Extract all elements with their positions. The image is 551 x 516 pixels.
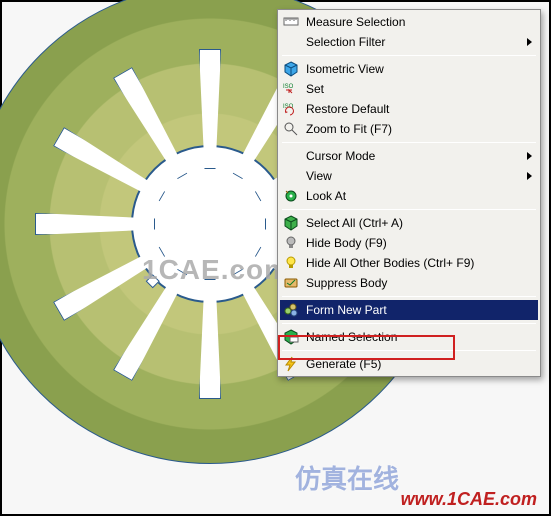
menu-separator (282, 350, 536, 351)
menu-label: Restore Default (306, 102, 532, 116)
watermark-url: www.1CAE.com (401, 489, 537, 510)
menu-label: Named Selection (306, 330, 532, 344)
iso-cube-icon (282, 61, 300, 77)
lightning-icon (282, 356, 300, 372)
menu-iso-set[interactable]: ISO Set (280, 79, 538, 99)
menu-label: Measure Selection (306, 15, 532, 29)
menu-separator (282, 55, 536, 56)
menu-label: Hide All Other Bodies (Ctrl+ F9) (306, 256, 532, 270)
menu-hide-other-bodies[interactable]: Hide All Other Bodies (Ctrl+ F9) (280, 253, 538, 273)
iso-restore-icon: ISO (282, 101, 300, 117)
menu-label: Form New Part (306, 303, 532, 317)
blank-icon (282, 34, 300, 50)
menu-label: Set (306, 82, 532, 96)
lightbulb-off-icon (282, 235, 300, 251)
lightbulb-on-icon (282, 255, 300, 271)
menu-generate[interactable]: Generate (F5) (280, 354, 538, 374)
menu-look-at[interactable]: Look At (280, 186, 538, 206)
magnifier-icon (282, 121, 300, 137)
suppress-icon (282, 275, 300, 291)
menu-select-all[interactable]: Select All (Ctrl+ A) (280, 213, 538, 233)
menu-label: Hide Body (F9) (306, 236, 532, 250)
blank-icon (282, 148, 300, 164)
menu-form-new-part[interactable]: Form New Part (280, 300, 538, 320)
menu-separator (282, 296, 536, 297)
menu-label: View (306, 169, 521, 183)
menu-named-selection[interactable]: Named Selection (280, 327, 538, 347)
menu-zoom-to-fit[interactable]: Zoom to Fit (F7) (280, 119, 538, 139)
menu-view[interactable]: View (280, 166, 538, 186)
menu-measure-selection[interactable]: Measure Selection (280, 12, 538, 32)
blank-icon (282, 168, 300, 184)
chevron-right-icon (527, 172, 532, 180)
watermark-center: 1CAE.com (142, 254, 290, 286)
menu-label: Look At (306, 189, 532, 203)
menu-separator (282, 142, 536, 143)
viewport: 1CAE.com Measure Selection Selection Fil… (0, 0, 551, 516)
menu-selection-filter[interactable]: Selection Filter (280, 32, 538, 52)
menu-label: Selection Filter (306, 35, 521, 49)
look-at-icon (282, 188, 300, 204)
menu-label: Select All (Ctrl+ A) (306, 216, 532, 230)
menu-isometric-view[interactable]: Isometric View (280, 59, 538, 79)
form-part-icon (282, 302, 300, 318)
menu-label: Zoom to Fit (F7) (306, 122, 532, 136)
menu-label: Generate (F5) (306, 357, 532, 371)
chevron-right-icon (527, 38, 532, 46)
named-selection-icon (282, 329, 300, 345)
watermark-cn: 仿真在线 (295, 459, 399, 496)
svg-text:ISO: ISO (283, 84, 294, 90)
menu-hide-body[interactable]: Hide Body (F9) (280, 233, 538, 253)
iso-set-icon: ISO (282, 81, 300, 97)
context-menu: Measure Selection Selection Filter Isome… (277, 9, 541, 377)
chevron-right-icon (527, 152, 532, 160)
menu-separator (282, 209, 536, 210)
menu-label: Suppress Body (306, 276, 532, 290)
menu-label: Cursor Mode (306, 149, 521, 163)
ruler-icon (282, 14, 300, 30)
select-all-icon (282, 215, 300, 231)
menu-cursor-mode[interactable]: Cursor Mode (280, 146, 538, 166)
menu-suppress-body[interactable]: Suppress Body (280, 273, 538, 293)
menu-label: Isometric View (306, 62, 532, 76)
menu-separator (282, 323, 536, 324)
menu-iso-restore[interactable]: ISO Restore Default (280, 99, 538, 119)
